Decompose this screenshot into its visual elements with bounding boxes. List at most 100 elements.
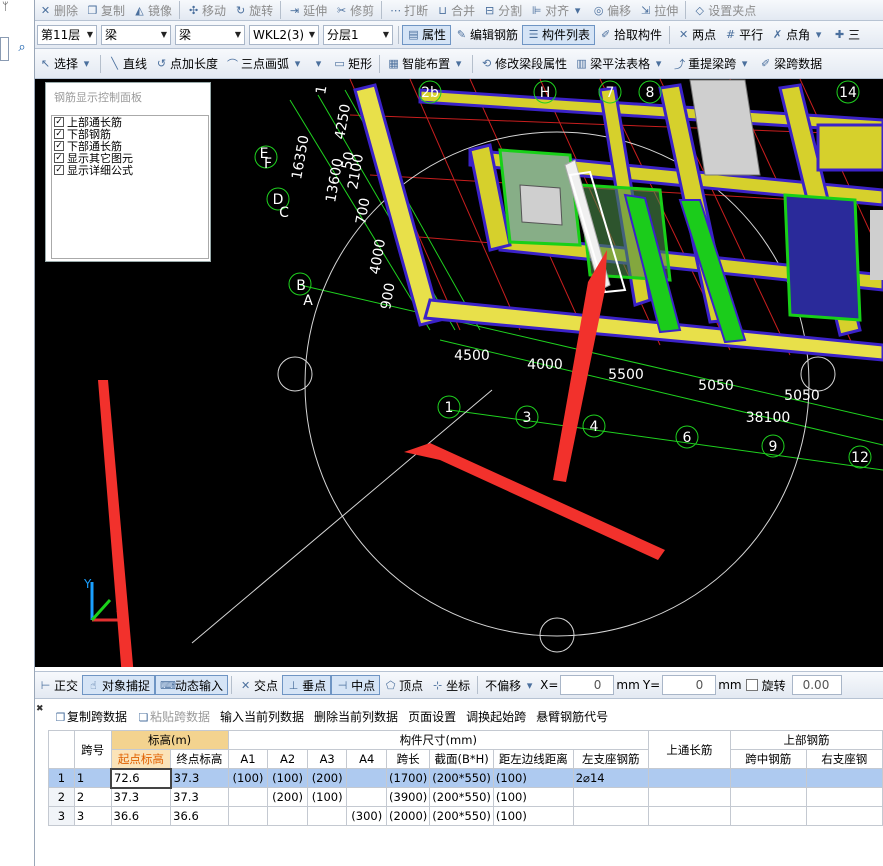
dynamic-input-button[interactable]: ⌨ 动态输入 (155, 675, 229, 695)
cell-span-length[interactable]: (1700) (386, 768, 431, 788)
left-search-input[interactable] (0, 37, 9, 61)
cell-left-support[interactable] (647, 787, 731, 807)
cell-a4[interactable] (346, 787, 388, 807)
cell-mid-span[interactable] (729, 806, 807, 826)
pick-component-button[interactable]: ✐ 拾取构件 (595, 25, 666, 45)
cell-start-elev[interactable]: 37.3 (110, 787, 172, 807)
offset-mode-select[interactable]: 不偏移 ▾ (481, 675, 540, 695)
line-button[interactable]: ╲ 直线 (104, 54, 151, 74)
cell-end-elev[interactable]: 36.6 (170, 806, 229, 826)
cell-a2[interactable]: (200) (267, 787, 308, 807)
properties-button[interactable]: ▤ 属性 (402, 24, 452, 45)
row-number[interactable]: 1 (48, 768, 75, 788)
stretch-button[interactable]: ⇲ 拉伸 (635, 0, 682, 20)
cell-a1[interactable] (227, 806, 269, 826)
modify-span-button[interactable]: ⟲ 修改梁段属性 (476, 54, 571, 74)
pin-icon[interactable]: ᛘ (2, 0, 9, 13)
element-select[interactable]: WKL2(3) ▼ (249, 24, 319, 45)
category-select[interactable]: 梁 ▼ (101, 24, 171, 45)
trim-button[interactable]: ✂ 修剪 (331, 0, 378, 20)
cell-span-length[interactable]: (2000) (386, 806, 431, 826)
select-button[interactable]: ↖ 选择 ▾ (35, 54, 97, 74)
span-data-button[interactable]: ✐ 梁跨数据 (755, 54, 826, 74)
cell-top-through[interactable] (572, 787, 649, 807)
cell-end-elev[interactable]: 37.3 (170, 768, 229, 788)
cell-a1[interactable]: (100) (227, 768, 269, 788)
floor-select[interactable]: 第11层 ▼ (37, 24, 97, 45)
cell-top-through[interactable] (572, 806, 649, 826)
x-coordinate-input[interactable]: 0 (560, 675, 615, 695)
checkbox-icon[interactable]: ✓ (54, 141, 64, 151)
cell-section[interactable]: (200*550) (429, 787, 494, 807)
cell-left-distance[interactable]: (100) (492, 806, 574, 826)
two-points-button[interactable]: ✕ 两点 (673, 25, 720, 45)
table-row[interactable]: 3 3 36.6 36.6 (300) (2000) (200*550) (10… (48, 806, 883, 826)
cell-a3[interactable] (306, 806, 348, 826)
cell-section[interactable]: (200*550) (429, 768, 494, 788)
perpendicular-button[interactable]: ⊥ 垂点 (282, 675, 332, 695)
cantilever-code-button[interactable]: 悬臂钢筋代号 (531, 708, 613, 725)
component-list-button[interactable]: ☰ 构件列表 (522, 24, 596, 45)
page-setup-button[interactable]: 页面设置 (403, 708, 461, 725)
panel-item[interactable]: ✓ 显示详细公式 (52, 164, 208, 177)
y-coordinate-input[interactable]: 0 (662, 675, 717, 695)
checkbox-icon[interactable]: ✓ (54, 153, 64, 163)
delete-column-data-button[interactable]: 删除当前列数据 (309, 708, 403, 725)
intersection-button[interactable]: ✕ 交点 (235, 675, 282, 695)
cell-span-length[interactable]: (3900) (386, 787, 431, 807)
table-row[interactable]: 2 2 37.3 37.3 (200) (100) (3900) (200*55… (48, 787, 883, 807)
table-row[interactable]: 1 1 72.6 37.3 (100) (100) (200) (1700) (… (48, 767, 883, 789)
split-button[interactable]: ⊟ 分割 (479, 0, 526, 20)
set-grip-button[interactable]: ◇ 设置夹点 (689, 0, 760, 20)
checkbox-icon[interactable]: ✓ (54, 165, 64, 175)
edit-rebar-button[interactable]: ✎ 编辑钢筋 (451, 25, 522, 45)
delete-button[interactable]: ✕ 删除 (35, 0, 82, 20)
cell-a2[interactable] (267, 806, 308, 826)
merge-button[interactable]: ⊔ 合并 (432, 0, 479, 20)
copy-span-button[interactable]: ❐ 复制跨数据 (49, 708, 132, 725)
rotate-angle-input[interactable]: 0.00 (791, 675, 842, 695)
cell-a3[interactable]: (200) (306, 768, 348, 788)
cell-span[interactable]: 2 (73, 787, 112, 807)
cell-span[interactable]: 1 (73, 768, 112, 788)
cell-mid-span[interactable] (729, 787, 807, 807)
cell-a4[interactable] (346, 768, 388, 788)
rect-button[interactable]: ▭ 矩形 (329, 54, 376, 74)
close-icon[interactable]: ✖ (36, 704, 44, 714)
cell-a2[interactable]: (100) (267, 768, 308, 788)
cell-start-elev[interactable]: 72.6 (110, 767, 172, 789)
cell-right-support[interactable] (805, 768, 883, 788)
checkbox-icon[interactable]: ✓ (54, 129, 64, 139)
cell-a1[interactable] (227, 787, 269, 807)
cell-a4[interactable]: (300) (346, 806, 388, 826)
search-icon[interactable]: ⌕ (11, 40, 33, 60)
cell-right-support[interactable] (805, 806, 883, 826)
extend-button[interactable]: ⇥ 延伸 (284, 0, 331, 20)
cell-left-distance[interactable]: (100) (492, 787, 574, 807)
align-button[interactable]: ⊫ 对齐 ▾ (526, 0, 588, 20)
cell-left-distance[interactable]: (100) (492, 768, 574, 788)
rotate-button[interactable]: ↻ 旋转 (230, 0, 277, 20)
cell-end-elev[interactable]: 37.3 (170, 787, 229, 807)
cell-a3[interactable]: (100) (306, 787, 348, 807)
rotate-checkbox[interactable] (745, 679, 758, 691)
insert-column-data-button[interactable]: 输入当前列数据 (215, 708, 309, 725)
swap-start-span-button[interactable]: 调换起始跨 (461, 708, 531, 725)
mirror-button[interactable]: ◭ 镜像 (129, 0, 176, 20)
parallel-button[interactable]: # 平行 (720, 25, 767, 45)
cell-left-support[interactable] (647, 768, 731, 788)
row-number[interactable]: 3 (48, 806, 75, 826)
cell-top-through[interactable]: 2⌀14 (572, 768, 649, 788)
row-number[interactable]: 2 (48, 787, 75, 807)
point-length-button[interactable]: ↺ 点加长度 (151, 54, 222, 74)
coordinate-button[interactable]: ⊹ 坐标 (427, 675, 474, 695)
midpoint-button[interactable]: ⊣ 中点 (331, 675, 381, 695)
smart-layout-button[interactable]: ▦ 智能布置 ▾ (383, 54, 469, 74)
relift-button[interactable]: ⤴ 重提梁跨 ▾ (669, 54, 755, 74)
object-snap-button[interactable]: ☝ 对象捕捉 (82, 675, 156, 695)
move-button[interactable]: ✣ 移动 (183, 0, 230, 20)
cell-right-support[interactable] (805, 787, 883, 807)
break-button[interactable]: ⋯ 打断 (385, 0, 432, 20)
more-button[interactable]: ✚ 三 (829, 25, 864, 45)
building-structure[interactable] (353, 79, 883, 362)
